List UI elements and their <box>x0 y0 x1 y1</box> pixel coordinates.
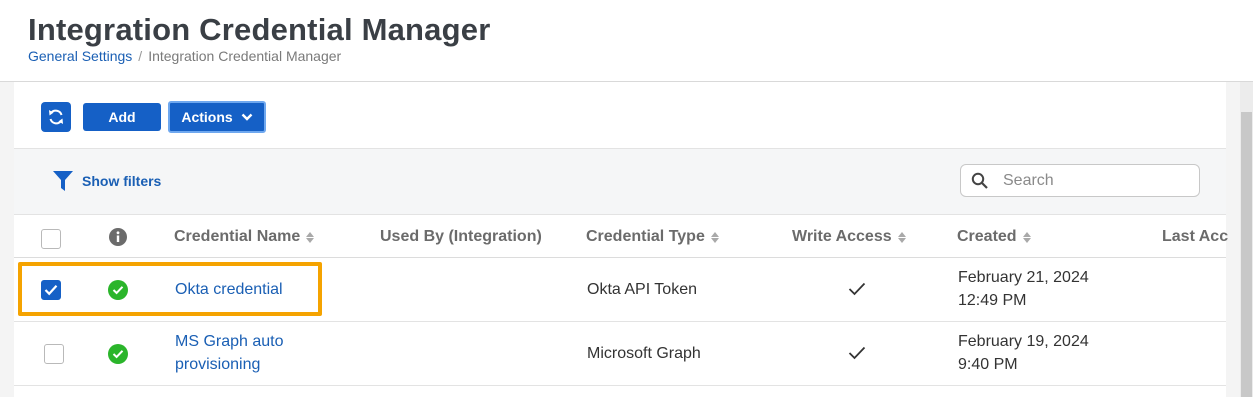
column-credential-type[interactable]: Credential Type <box>586 228 719 246</box>
filter-icon <box>53 171 73 191</box>
created-cell: February 21, 2024 12:49 PM <box>958 266 1089 312</box>
write-access-check-icon <box>848 282 866 296</box>
refresh-button[interactable] <box>41 102 71 132</box>
show-filters-label: Show filters <box>82 173 162 189</box>
credential-type-cell: Okta API Token <box>587 281 697 298</box>
table-row[interactable]: MS Graph auto provisioning Microsoft Gra… <box>14 322 1226 386</box>
credentials-panel: Add Actions Show filters Search Credenti… <box>14 82 1228 397</box>
sort-icon <box>710 231 719 243</box>
column-last-access[interactable]: Last Acc <box>1162 228 1228 246</box>
created-date: February 19, 2024 <box>958 333 1089 350</box>
credential-name-link[interactable]: MS Graph auto provisioning <box>175 330 284 376</box>
selection-highlight-box <box>18 262 322 316</box>
created-date: February 21, 2024 <box>958 269 1089 286</box>
actions-dropdown-button[interactable]: Actions <box>168 101 266 133</box>
page-title: Integration Credential Manager <box>28 12 491 47</box>
filter-bar: Show filters <box>14 148 1226 214</box>
actions-label: Actions <box>181 109 233 125</box>
add-button[interactable]: Add <box>83 103 161 131</box>
status-ok-icon <box>108 344 128 364</box>
column-credential-name[interactable]: Credential Name <box>174 228 315 246</box>
show-filters-toggle[interactable]: Show filters <box>52 169 161 193</box>
select-all-checkbox[interactable] <box>41 229 61 249</box>
breadcrumb: General Settings / Integration Credential … <box>28 48 341 64</box>
write-access-check-icon <box>848 346 866 360</box>
search-box[interactable] <box>960 164 1200 197</box>
info-icon <box>109 228 127 246</box>
created-time: 9:40 PM <box>958 356 1018 373</box>
column-write-access[interactable]: Write Access <box>792 228 906 246</box>
breadcrumb-general-settings[interactable]: General Settings <box>28 48 132 64</box>
refresh-icon <box>49 109 63 125</box>
created-cell: February 19, 2024 9:40 PM <box>958 330 1089 376</box>
column-used-by: Used By (Integration) <box>380 228 542 245</box>
breadcrumb-separator: / <box>138 48 143 64</box>
created-time: 12:49 PM <box>958 292 1027 309</box>
chevron-down-icon <box>241 113 253 121</box>
page-header: Integration Credential Manager General S… <box>0 0 1253 82</box>
table-header: Credential Name Used By (Integration) Cr… <box>14 214 1228 258</box>
column-created[interactable]: Created <box>957 228 1031 246</box>
sort-icon <box>897 231 906 243</box>
search-icon <box>971 172 988 189</box>
search-input[interactable] <box>1003 171 1183 190</box>
breadcrumb-current: Integration Credential Manager <box>148 48 342 64</box>
toolbar: Add Actions <box>14 82 1226 148</box>
credential-type-cell: Microsoft Graph <box>587 345 701 362</box>
sort-icon <box>306 231 315 243</box>
sort-icon <box>1022 231 1031 243</box>
row-checkbox[interactable] <box>44 344 64 364</box>
scrollbar-thumb[interactable] <box>1241 112 1252 397</box>
